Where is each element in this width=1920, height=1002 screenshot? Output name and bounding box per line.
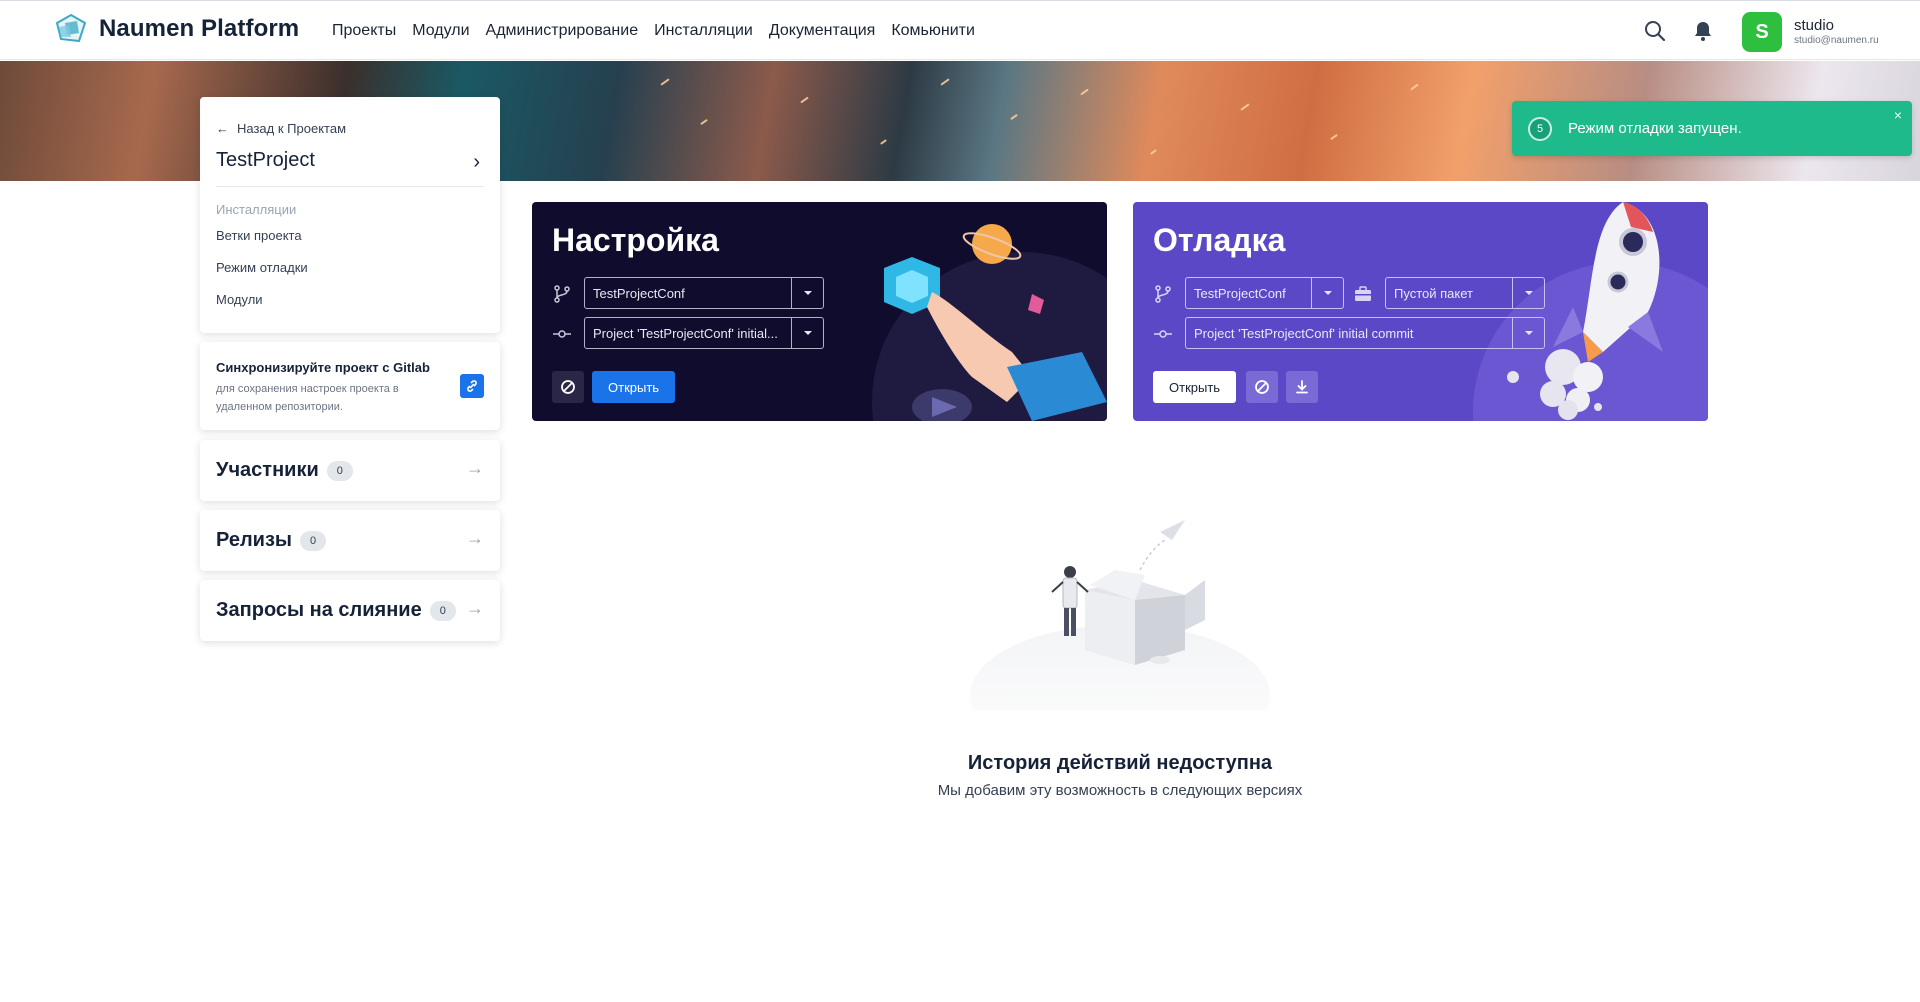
nav-modules[interactable]: Модули xyxy=(412,22,469,40)
nav-community[interactable]: Комьюнити xyxy=(891,22,975,40)
search-icon[interactable] xyxy=(1643,19,1667,43)
logo-text: Naumen Platform xyxy=(99,15,300,42)
debug-branch-select[interactable]: TestProjectConf xyxy=(1185,277,1344,309)
project-nav-card: ← Назад к Проектам TestProject › Инсталл… xyxy=(200,97,500,333)
gitlab-sync-card: Синхронизируйте проект с Gitlab для сохр… xyxy=(200,342,500,430)
empty-state-subtitle: Мы добавим эту возможность в следующих в… xyxy=(937,782,1303,799)
branch-select[interactable]: TestProjectConf xyxy=(584,277,824,309)
project-title[interactable]: TestProject xyxy=(216,149,315,172)
nav-installations[interactable]: Инсталляции xyxy=(654,22,753,40)
sync-title: Синхронизируйте проект с Gitlab xyxy=(216,360,430,375)
rocket-illustration xyxy=(1473,202,1708,421)
releases-count-badge: 0 xyxy=(300,530,327,551)
arrow-left-icon: ← xyxy=(216,121,229,136)
merge-requests-card[interactable]: Запросы на слияние 0 → xyxy=(200,580,500,641)
merge-requests-count-badge: 0 xyxy=(429,600,456,621)
sidebar-item-debug-mode[interactable]: Режим отладки xyxy=(216,260,308,275)
package-select-value: Пустой пакет xyxy=(1394,285,1473,301)
caret-down-icon xyxy=(791,278,823,308)
participants-card[interactable]: Участники 0 → xyxy=(200,440,500,501)
toast-message: Режим отладки запущен. xyxy=(1568,120,1742,137)
user-email: studio@naumen.ru xyxy=(1794,35,1879,46)
user-name[interactable]: studio xyxy=(1794,17,1834,34)
ban-icon xyxy=(1255,380,1269,394)
debug-branch-value: TestProjectConf xyxy=(1194,285,1286,301)
debug-card: Отладка TestProjectConf Пустой пакет Pro… xyxy=(1133,202,1708,421)
commit-icon xyxy=(553,330,571,338)
empty-state-title: История действий недоступна xyxy=(967,752,1273,774)
sidebar-item-branches[interactable]: Ветки проекта xyxy=(216,228,302,243)
disable-button[interactable] xyxy=(552,371,584,403)
link-gitlab-button[interactable] xyxy=(460,374,484,398)
arrow-right-icon[interactable]: → xyxy=(466,528,484,549)
logo[interactable]: Naumen Platform xyxy=(55,13,299,45)
branch-icon xyxy=(1155,285,1171,303)
package-select[interactable]: Пустой пакет xyxy=(1385,277,1545,309)
sync-description: для сохранения настроек проекта в удален… xyxy=(216,383,399,413)
commit-select-value: Project 'TestProjectConf' initial... xyxy=(593,325,778,341)
stop-debug-button[interactable] xyxy=(1246,371,1278,403)
caret-down-icon xyxy=(1512,318,1544,348)
back-link-label: Назад к Проектам xyxy=(237,121,347,136)
main-nav: Проекты Модули Администрирование Инсталл… xyxy=(332,1,975,61)
sidebar-item-modules[interactable]: Модули xyxy=(216,292,263,307)
releases-card[interactable]: Релизы 0 → xyxy=(200,510,500,571)
branch-icon xyxy=(554,285,570,303)
commit-select[interactable]: Project 'TestProjectConf' initial... xyxy=(584,317,824,349)
bell-icon[interactable] xyxy=(1691,19,1715,43)
setup-title: Настройка xyxy=(552,222,719,258)
download-icon xyxy=(1296,380,1308,394)
merge-requests-title: Запросы на слияние xyxy=(216,599,422,621)
setup-illustration xyxy=(872,224,1107,421)
nav-administration[interactable]: Администрирование xyxy=(486,22,639,40)
top-navigation-bar: Naumen Platform Проекты Модули Администр… xyxy=(0,0,1920,60)
briefcase-icon xyxy=(1355,286,1371,301)
caret-down-icon xyxy=(1311,278,1343,308)
nav-projects[interactable]: Проекты xyxy=(332,22,396,40)
commit-icon xyxy=(1154,330,1172,338)
link-icon xyxy=(467,380,477,392)
debug-commit-select[interactable]: Project 'TestProjectConf' initial commit xyxy=(1185,317,1545,349)
ban-icon xyxy=(561,380,575,394)
debug-started-toast: 5 Режим отладки запущен. × xyxy=(1512,101,1912,156)
setup-open-button[interactable]: Открыть xyxy=(592,371,676,403)
setup-card: Настройка TestProjectConf Project 'TestP… xyxy=(532,202,1107,421)
toast-countdown: 5 xyxy=(1528,117,1552,141)
participants-title: Участники xyxy=(216,459,319,481)
chevron-right-icon[interactable]: › xyxy=(473,151,480,174)
debug-commit-value: Project 'TestProjectConf' initial commit xyxy=(1194,325,1414,341)
releases-title: Релизы xyxy=(216,529,292,551)
participants-count-badge: 0 xyxy=(326,460,353,481)
arrow-right-icon[interactable]: → xyxy=(466,598,484,619)
close-icon[interactable]: × xyxy=(1894,107,1902,123)
arrow-right-icon[interactable]: → xyxy=(466,458,484,479)
caret-down-icon xyxy=(1512,278,1544,308)
divider xyxy=(216,186,484,187)
download-button[interactable] xyxy=(1286,371,1318,403)
nav-documentation[interactable]: Документация xyxy=(769,22,875,40)
avatar[interactable]: S xyxy=(1742,12,1782,52)
caret-down-icon xyxy=(791,318,823,348)
naumen-logo-icon xyxy=(55,13,87,43)
empty-state-illustration xyxy=(970,520,1270,710)
sidebar-item-installations: Инсталляции xyxy=(216,202,297,217)
back-to-projects-link[interactable]: ← Назад к Проектам xyxy=(216,121,346,136)
branch-select-value: TestProjectConf xyxy=(593,285,685,301)
debug-open-button[interactable]: Открыть xyxy=(1153,371,1237,403)
debug-title: Отладка xyxy=(1153,222,1286,258)
